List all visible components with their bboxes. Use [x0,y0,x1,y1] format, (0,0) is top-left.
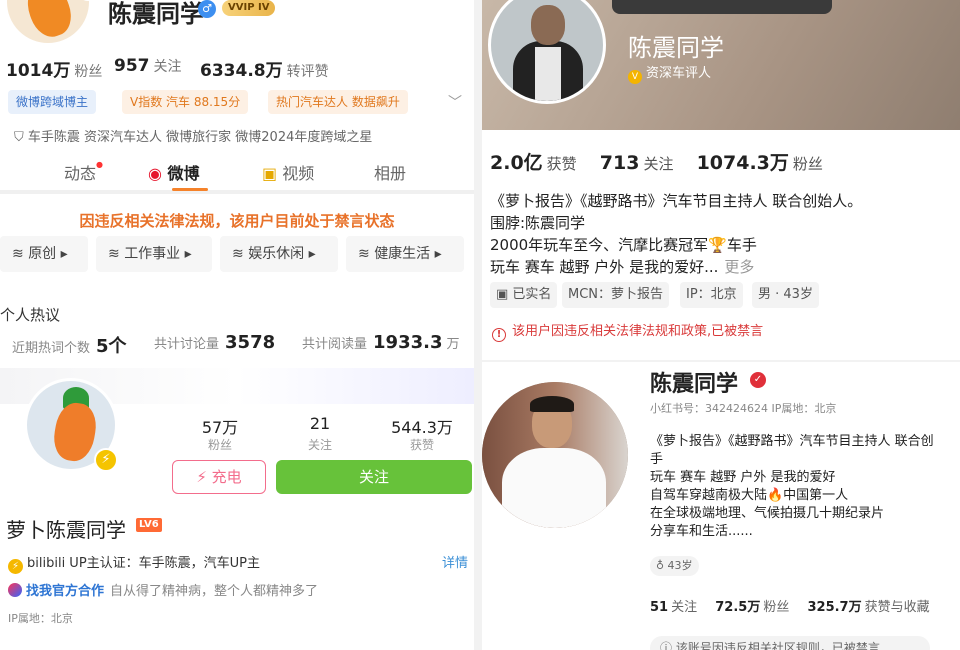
cover-dark-strip [612,0,832,14]
verified-check-icon: ✓ [750,372,766,388]
weibo-hot-section: 个人热议 近期热词个数 5个 共计讨论量 3578 共计阅读量 1933.3 万 [0,296,474,368]
alert-icon: ! [492,328,506,342]
bio-line: 2000年玩车至今、汽摩比赛冠军🏆车手 [490,236,757,254]
tag-hot-auto[interactable]: 热门汽车达人 数据飙升 [268,90,408,114]
follow-button[interactable]: 关注 [276,460,472,494]
layers-icon: ≋ [232,246,249,262]
person-body [502,448,606,528]
tab-weibo[interactable]: ◉ 微博 [148,160,200,184]
douyin-stats: 2.0亿 获赞 713 关注 1074.3万 粉丝 [490,152,823,174]
weibo-followers-stat[interactable]: 1014万 粉丝 [6,56,102,81]
xiaohongshu-id: 小红书号：342424624 IP属地：北京 [650,402,837,415]
douyin-profile-panel: 陈震同学 V 资深车评人 2.0亿 获赞 713 关注 1074.3万 粉丝 《萝卜报告… [482,0,960,360]
carrot-avatar-icon [50,399,100,465]
douyin-username: 陈震同学 [628,34,724,62]
ban-notice: 因违反相关法律法规，该用户目前处于禁言状态 [79,212,395,230]
weibo-reposts-stat[interactable]: 6334.8万 转评赞 [200,56,329,81]
person-head [531,5,565,45]
video-icon: ▣ [262,164,278,183]
panel-divider [474,0,482,650]
bio-line: 《萝卜报告》《越野路书》汽车节目主持人 联合创始人。 [490,192,863,210]
bio-line: 分享车和生活...... [650,524,753,539]
up-certification: ⚡ bilibili UP主认证：车手陈震，汽车UP主 [8,552,260,574]
bili-fans-label: 粉丝 [207,438,232,452]
more-link[interactable]: 更多 [724,258,754,276]
douyin-info-card: 2.0亿 获赞 713 关注 1074.3万 粉丝 《萝卜报告》《越野路书》汽车节目主… [482,130,960,360]
bili-likes-label: 获赞 [409,438,434,452]
bili-bio: 自从得了精神病，整个人都精神多了 [110,584,319,599]
xiaohongshu-stats: 51 关注 72.5万 粉丝 325.7万 获赞与收藏 [650,600,930,615]
weibo-verify-line: ⛉ 车手陈震 资深汽车达人 微博旅行家 微博2024年度跨域之星 [14,130,373,145]
weibo-username: 陈震同学 [108,0,204,28]
chip-work[interactable]: ≋ 工作事业 ▸ [96,236,212,272]
bili-following-label: 关注 [307,438,332,452]
vvip-badge[interactable]: VVIP IV [222,0,276,16]
person-shirt [535,47,561,101]
chip-ip: IP：北京 [680,282,743,308]
lightning-icon: ⚡ [94,448,118,472]
xiaohongshu-username: 陈震同学 [650,372,739,397]
bio-line: 围脖:陈震同学 [490,214,586,232]
detail-link[interactable]: 详情 [442,552,468,571]
ban-notice: ! 该用户因违反相关法律法规和政策,已被禁言 [492,320,763,342]
xiaohongshu-avatar[interactable] [482,382,628,528]
tab-album[interactable]: 相册 [374,160,406,184]
carrot-avatar-icon [20,0,78,43]
tag-cross-domain[interactable]: 微博跨域博主 [8,90,97,114]
level-badge: LV6 [136,518,162,532]
id-card-icon: ▣ [496,287,513,302]
verified-v-icon: V [628,70,642,84]
weibo-avatar[interactable]: V [4,0,92,46]
verified-v-icon: V [77,0,89,1]
ip-location: IP属地：北京 [8,612,73,625]
chip-entertainment[interactable]: ≋ 娱乐休闲 ▸ [220,236,338,272]
person-hair [530,396,574,412]
lightning-icon: ⚡ [196,468,212,486]
xiaohongshu-profile-panel: 陈震同学 ✓ 小红书号：342424624 IP属地：北京 《萝卜报告》《越野路… [482,362,960,650]
weibo-profile-panel: V 陈震同学 ♂ VVIP IV 1014万粉丝 957关注 6334.8万转评… [0,0,474,300]
bio-line: 玩车 赛车 越野 户外 是我的爱好... 更多 [490,258,755,276]
gender-icon: ♂ [198,0,216,18]
bili-likes-num: 544.3万 [391,418,453,437]
bio-line: 手 [650,452,664,467]
bio-line: 自驾车穿越南极大陆🔥中国第一人 [650,488,849,503]
bili-fans-num[interactable]: 57万 [180,414,260,438]
hot-discuss-stat: 共计讨论量 3578 [154,332,276,353]
tab-video[interactable]: ▣ 视频 [262,160,314,184]
tab-active-underline [172,188,208,191]
hot-read-stat: 共计阅读量 1933.3 万 [302,332,460,353]
bili-following-num[interactable]: 21 [280,414,360,433]
chip-original[interactable]: ≋ 原创 ▸ [0,236,88,272]
ban-notice: ⓘ 该账号因违反相关社区规则，已被禁言 [650,636,930,650]
lightning-icon: ⚡ [8,559,23,574]
tag-v-index[interactable]: V指数 汽车 88.15分 [122,90,249,114]
hot-recent-stat: 近期热词个数 5个 [12,336,127,357]
bilibili-username: 萝卜陈震同学 [6,518,126,542]
layers-icon: ≋ [108,246,125,262]
chip-real-name[interactable]: ▣ 已实名 [490,282,558,308]
chevron-down-icon[interactable]: ﹀ [448,92,462,112]
age-chip: ♁ 43岁 [650,556,699,576]
chip-gender-age: 男 · 43岁 [752,282,819,308]
shield-icon: ⛉ [14,130,28,145]
charge-button[interactable]: ⚡ 充电 [172,460,266,494]
layers-icon: ≋ [358,246,375,262]
chip-health[interactable]: ≋ 健康生活 ▸ [346,236,464,272]
weibo-tab-bar: 动态● ◉ 微博 ▣ 视频 相册 [0,150,474,194]
douyin-verify: V 资深车评人 [628,62,711,84]
bio-line: 《萝卜报告》《越野路书》汽车节目主持人 联合创 [650,434,934,449]
layers-icon: ≋ [12,246,29,262]
chip-mcn[interactable]: MCN：萝卜报告 [562,282,670,308]
cooperation-line: 找我官方合作 自从得了精神病，整个人都精神多了 [8,580,318,599]
bilibili-profile-panel: ⚡ 57万 粉丝 21 关注 544.3万 获赞 ⚡ 充电 关注 萝卜陈震同学 … [0,368,474,650]
hot-title: 个人热议 [0,306,61,324]
cooperation-icon [8,583,22,597]
cooperation-link[interactable]: 找我官方合作 [26,584,104,599]
bio-line: 玩车 赛车 越野 户外 是我的爱好 [650,470,836,485]
bio-line: 在全球极端地理、气候拍摄几十期纪录片 [650,506,885,521]
weibo-logo-icon: ◉ [148,164,162,183]
tab-dynamics[interactable]: 动态● [64,160,103,184]
weibo-following-stat[interactable]: 957 关注 [114,56,182,76]
